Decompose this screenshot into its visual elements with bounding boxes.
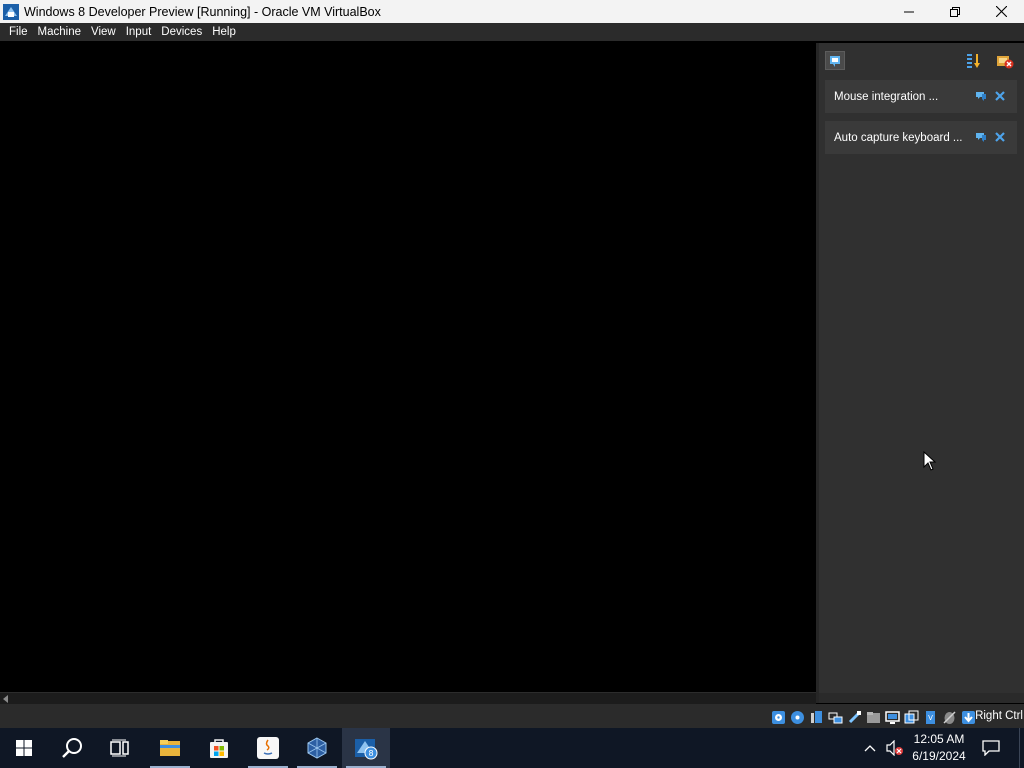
task-view-button[interactable]	[96, 728, 144, 768]
svg-text:8: 8	[368, 749, 373, 758]
mouse-integration-icon[interactable]	[941, 709, 957, 725]
close-icon	[995, 6, 1007, 17]
notifications-icon	[982, 740, 1000, 756]
clock-date: 6/19/2024	[912, 749, 966, 763]
help-icon[interactable]	[975, 131, 987, 143]
sort-button[interactable]	[965, 52, 983, 70]
close-notification-icon[interactable]	[994, 131, 1006, 143]
maximize-button[interactable]	[932, 0, 978, 23]
close-notification-icon[interactable]	[994, 90, 1006, 102]
chevron-up-icon	[864, 745, 876, 752]
search-button[interactable]	[48, 728, 96, 768]
menu-help[interactable]: Help	[207, 26, 241, 38]
title-bar[interactable]: Windows 8 Developer Preview [Running] - …	[0, 0, 1024, 23]
window-controls	[886, 0, 1024, 23]
notification-center: Mouse integration ... Auto capture keybo…	[816, 43, 1024, 703]
menu-machine[interactable]: Machine	[33, 26, 86, 38]
show-desktop-button[interactable]	[1019, 728, 1024, 768]
help-icon[interactable]	[975, 90, 987, 102]
pin-icon	[830, 55, 840, 67]
host-key-label[interactable]: Right Ctrl	[975, 710, 1023, 722]
file-explorer-button[interactable]	[146, 728, 194, 768]
clock[interactable]: 12:05 AM 6/19/2024	[904, 731, 974, 765]
notification-text: Mouse integration ...	[834, 90, 939, 103]
usb-icon[interactable]	[846, 709, 862, 725]
notification-item[interactable]: Mouse integration ...	[825, 80, 1017, 113]
menu-view[interactable]: View	[86, 26, 121, 38]
recording-icon[interactable]	[903, 709, 919, 725]
volume-button[interactable]	[884, 728, 906, 768]
horizontal-scrollbar[interactable]	[0, 692, 816, 704]
clear-all-button[interactable]	[995, 52, 1015, 70]
status-bar: V Right Ctrl	[0, 704, 1024, 728]
notification-panel-bottom	[819, 693, 1024, 703]
sort-icon	[967, 54, 980, 68]
optical-drive-icon[interactable]	[789, 709, 805, 725]
hard-disk-icon[interactable]	[770, 709, 786, 725]
microsoft-store-icon	[210, 739, 228, 758]
file-explorer-icon	[160, 740, 180, 756]
clock-time: 12:05 AM	[913, 732, 965, 746]
svg-text:V: V	[928, 714, 933, 722]
taskbar: 8 12:05 AM 6/19/2024	[0, 728, 1024, 768]
notification-scrollbar[interactable]	[1014, 83, 1022, 693]
scroll-left-icon[interactable]	[3, 695, 8, 703]
cpu-icon[interactable]: V	[922, 709, 938, 725]
network-icon[interactable]	[827, 709, 843, 725]
notification-text: Auto capture keyboard ...	[834, 131, 963, 144]
clear-all-icon	[997, 56, 1014, 69]
pin-button[interactable]	[825, 51, 845, 70]
task-view-icon	[110, 739, 129, 757]
menu-devices[interactable]: Devices	[156, 26, 207, 38]
notification-item[interactable]: Auto capture keyboard ...	[825, 121, 1017, 154]
volume-muted-icon	[886, 740, 903, 756]
minimize-button[interactable]	[886, 0, 932, 23]
virtualbox-manager-button[interactable]	[293, 728, 341, 768]
menu-file[interactable]: File	[4, 26, 33, 38]
java-button[interactable]	[244, 728, 292, 768]
shared-folders-icon[interactable]	[865, 709, 881, 725]
mouse-cursor-icon	[923, 451, 937, 471]
window-title: Windows 8 Developer Preview [Running] - …	[24, 4, 381, 19]
microsoft-store-button[interactable]	[195, 728, 243, 768]
menu-bar: File Machine View Input Devices Help	[0, 23, 1024, 41]
virtualbox-icon	[3, 3, 19, 20]
action-center-button[interactable]	[978, 728, 1004, 768]
audio-icon[interactable]	[808, 709, 824, 725]
search-icon	[62, 738, 82, 758]
display-icon[interactable]	[884, 709, 900, 725]
virtualbox-manager-icon	[307, 737, 327, 759]
virtualbox-vm-icon: 8	[355, 739, 378, 760]
vm-display[interactable]	[0, 41, 816, 692]
menu-input[interactable]: Input	[121, 26, 157, 38]
start-icon	[16, 740, 32, 756]
minimize-icon	[904, 11, 914, 12]
start-button[interactable]	[0, 728, 48, 768]
show-hidden-icons-button[interactable]	[860, 728, 880, 768]
maximize-icon	[950, 6, 960, 17]
status-indicators: V	[770, 709, 976, 725]
virtualbox-vm-button[interactable]: 8	[342, 728, 390, 768]
notification-toolbar	[819, 43, 1024, 77]
java-icon	[257, 737, 279, 759]
close-button[interactable]	[978, 0, 1024, 23]
keyboard-icon[interactable]	[960, 709, 976, 725]
